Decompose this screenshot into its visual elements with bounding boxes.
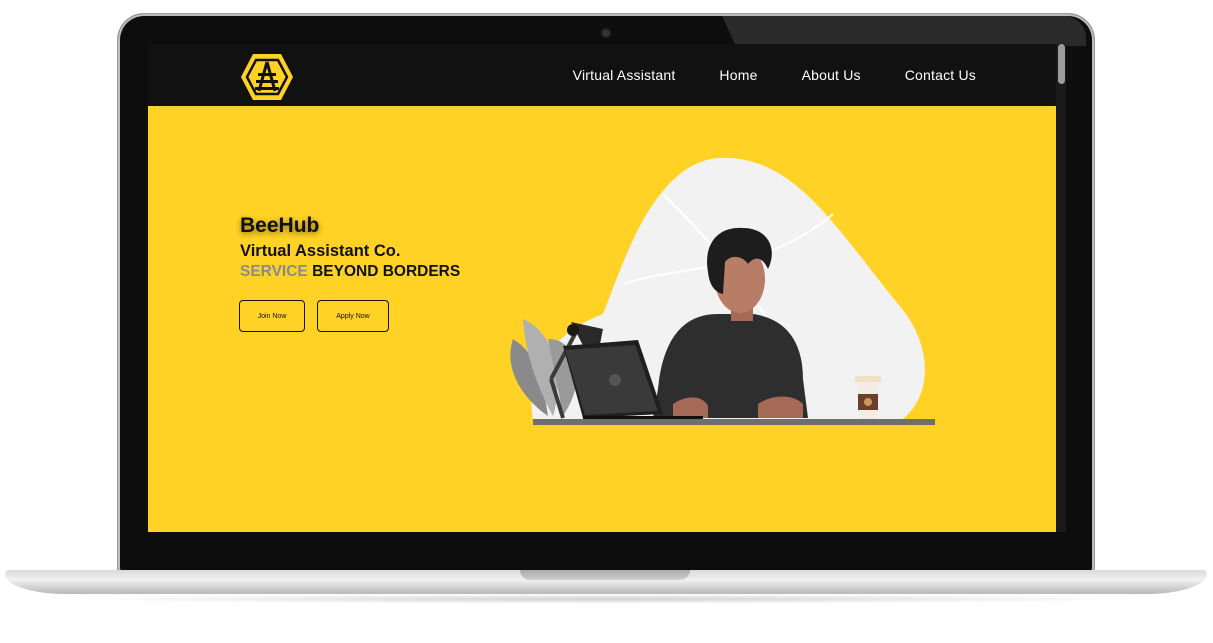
laptop-screen: Virtual Assistant Home About Us Contact … (148, 44, 1066, 532)
scrollbar-thumb[interactable] (1058, 44, 1065, 84)
tagline-service: SERVICE (240, 263, 308, 280)
lid-glare (722, 16, 1086, 46)
navbar: Virtual Assistant Home About Us Contact … (148, 44, 1066, 106)
laptop-hinge-notch (520, 570, 690, 580)
nav-links: Virtual Assistant Home About Us Contact … (573, 44, 976, 106)
webcam (602, 29, 610, 37)
tagline-beyond-borders: BEYOND BORDERS (307, 263, 461, 280)
hero-title: BeeHub (240, 214, 320, 237)
desk (533, 419, 935, 425)
screen-bezel-bottom (148, 532, 1066, 562)
nav-link-virtual-assistant[interactable]: Virtual Assistant (573, 67, 676, 83)
hero-tagline: SERVICE BEYOND BORDERS (240, 263, 460, 281)
logo-icon[interactable] (240, 53, 294, 101)
scrollbar[interactable] (1056, 44, 1066, 532)
join-now-button[interactable]: Join Now (239, 300, 305, 332)
nav-link-contact-us[interactable]: Contact Us (905, 67, 976, 83)
laptop-shadow (60, 594, 1154, 604)
nav-link-about-us[interactable]: About Us (802, 67, 861, 83)
hero-illustration (510, 157, 935, 425)
nav-link-home[interactable]: Home (719, 67, 757, 83)
apply-now-button[interactable]: Apply Now (317, 300, 389, 332)
hero-subtitle: Virtual Assistant Co. (240, 242, 401, 260)
